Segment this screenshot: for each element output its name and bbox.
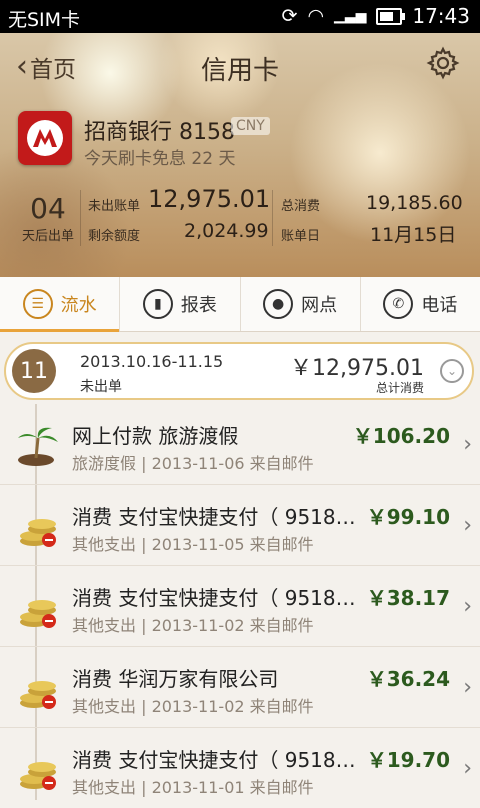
transaction-title: 消费 华润万家有限公司: [72, 667, 279, 691]
transaction-subtitle: 其他支出 | 2013-11-02 来自邮件: [72, 697, 314, 716]
chevron-right-icon: ›: [463, 756, 472, 781]
bill-total: ￥12,975.01: [290, 356, 424, 381]
transaction-title: 网上付款 旅游渡假: [72, 424, 239, 448]
bank-name: 招商银行 8158: [84, 120, 235, 145]
transaction-subtitle: 其他支出 | 2013-11-05 来自邮件: [72, 535, 314, 554]
chevron-right-icon: ›: [463, 675, 472, 700]
tab-label: 流水: [60, 295, 97, 316]
tab-bar: ☰ 流水 ▮ 报表 ● 网点 ✆ 电话: [0, 277, 480, 332]
divider: [80, 190, 81, 246]
chevron-right-icon: ›: [463, 432, 472, 457]
divider: [272, 190, 273, 246]
wifi-icon: ◠: [307, 5, 325, 27]
transaction-amount: ￥36.24: [366, 667, 450, 691]
transaction-row[interactable]: 消费 支付宝快捷支付（ 9518… 其他支出 | 2013-11-05 来自邮件…: [0, 485, 480, 566]
transaction-row[interactable]: 网上付款 旅游渡假 旅游度假 | 2013-11-06 来自邮件 ￥106.20…: [0, 404, 480, 485]
chevron-right-icon: ›: [463, 513, 472, 538]
phone-icon: ✆: [383, 289, 414, 319]
bank-logo: [18, 111, 72, 165]
transaction-subtitle: 其他支出 | 2013-11-01 来自邮件: [72, 778, 314, 797]
tab-label: 电话: [421, 295, 458, 316]
bill-total-label: 总计消费: [375, 381, 424, 395]
carrier-text: 无SIM卡: [8, 9, 81, 31]
tab-phone[interactable]: ✆ 电话: [361, 277, 480, 331]
bill-day-label: 账单日: [281, 229, 321, 244]
bill-period: 2013.10.16-11.15: [80, 352, 224, 371]
bill-status: 未出单: [80, 379, 122, 395]
unbilled-label: 未出账单: [88, 199, 141, 214]
transaction-title: 消费 支付宝快捷支付（ 9518…: [72, 505, 356, 529]
signal-icon: ▁▃▅: [334, 8, 367, 24]
transaction-title: 消费 支付宝快捷支付（ 9518…: [72, 748, 356, 772]
tab-label: 报表: [180, 295, 217, 316]
remaining-value: 2,024.99: [184, 220, 269, 242]
gear-icon[interactable]: [426, 46, 460, 80]
transaction-amount: ￥38.17: [366, 586, 450, 610]
interest-free-days: 今天刷卡免息 22 天: [84, 149, 236, 169]
bar-chart-icon: ▮: [142, 289, 173, 319]
sync-icon: ⟳: [281, 5, 298, 27]
coins-icon: [20, 600, 56, 628]
currency-badge: CNY: [231, 117, 270, 135]
bill-day-value: 11月15日: [370, 224, 457, 246]
bill-period-bar[interactable]: 11 2013.10.16-11.15 未出单 ￥12,975.01 总计消费 …: [4, 342, 474, 400]
palm-tree-icon: [18, 427, 58, 466]
tab-label: 网点: [301, 295, 338, 316]
coins-icon: [20, 762, 56, 790]
transaction-row[interactable]: 消费 华润万家有限公司 其他支出 | 2013-11-02 来自邮件 ￥36.2…: [0, 647, 480, 728]
tab-branches[interactable]: ● 网点: [241, 277, 361, 331]
coins-icon: [20, 681, 56, 709]
month-badge: 11: [12, 349, 56, 393]
coins-icon: [20, 519, 56, 547]
chevron-down-icon[interactable]: ⌄: [440, 359, 464, 383]
transaction-amount: ￥99.10: [366, 505, 450, 529]
location-pin-icon: ●: [263, 289, 294, 319]
chevron-right-icon: ›: [463, 594, 472, 619]
days-until-bill: 04 天后出单: [20, 192, 76, 244]
battery-icon: [376, 7, 406, 25]
transaction-amount: ￥19.70: [366, 748, 450, 772]
page-title: 信用卡: [200, 56, 279, 86]
transaction-title: 消费 支付宝快捷支付（ 9518…: [72, 586, 356, 610]
tab-reports[interactable]: ▮ 报表: [120, 277, 241, 331]
list-icon: ☰: [22, 289, 53, 319]
transaction-subtitle: 旅游度假 | 2013-11-06 来自邮件: [72, 454, 314, 473]
transaction-amount: ￥106.20: [352, 424, 450, 448]
transaction-subtitle: 其他支出 | 2013-11-02 来自邮件: [72, 616, 314, 635]
remaining-label: 剩余额度: [88, 229, 141, 244]
unbilled-value: 12,975.01: [148, 185, 271, 213]
days-label: 天后出单: [21, 229, 74, 244]
transaction-row[interactable]: 消费 支付宝快捷支付（ 9518… 其他支出 | 2013-11-02 来自邮件…: [0, 566, 480, 647]
days-number: 04: [30, 192, 66, 225]
tab-transactions[interactable]: ☰ 流水: [0, 277, 121, 332]
clock: 17:43: [412, 4, 470, 28]
total-spend-value: 19,185.60: [366, 192, 463, 214]
transaction-row[interactable]: 消费 支付宝快捷支付（ 9518… 其他支出 | 2013-11-01 来自邮件…: [0, 728, 480, 808]
total-spend-label: 总消费: [281, 199, 321, 214]
status-bar: 无SIM卡 ⟳ ◠ ▁▃▅ 17:43: [0, 0, 480, 33]
